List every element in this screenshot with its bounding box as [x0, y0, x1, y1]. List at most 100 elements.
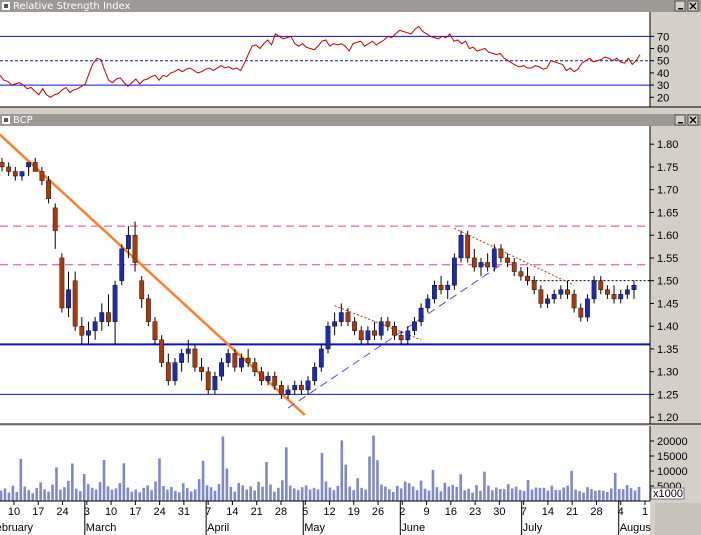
volume-bar [526, 480, 530, 501]
volume-bar [463, 490, 466, 501]
volume-bar [296, 490, 300, 501]
date-tick-label: 21 [566, 506, 578, 518]
volume-bar [368, 456, 371, 501]
candle-body [325, 325, 331, 350]
volume-bar [625, 485, 629, 501]
volume-bar [174, 490, 177, 501]
volume-bar [94, 489, 98, 501]
volume-bar [360, 487, 363, 501]
volume-bar [221, 436, 225, 501]
volume-bar [253, 490, 256, 501]
volume-bar [71, 463, 74, 501]
volume-bar [356, 478, 359, 501]
date-tick-label: 12 [323, 506, 335, 518]
candle-body [438, 285, 444, 290]
volume-bar [538, 487, 542, 501]
volume-bar [637, 486, 641, 501]
candle-body [624, 289, 630, 295]
candlestick [465, 230, 471, 263]
volume-bar [336, 486, 340, 501]
volume-bar [237, 483, 241, 501]
candlestick [59, 253, 65, 313]
candle-body [52, 207, 58, 231]
candle-body [125, 234, 131, 250]
volume-bar [554, 489, 558, 501]
volume-bar [502, 489, 506, 501]
volume-bar [7, 492, 11, 501]
candle-body [205, 371, 211, 391]
volume-bar [518, 489, 522, 501]
volume-bar [495, 487, 498, 501]
volume-bar [47, 491, 50, 501]
rsi-close-button[interactable] [687, 0, 699, 12]
price-tick-label: 1.65 [657, 207, 678, 219]
date-tick-label: 24 [56, 506, 68, 518]
volume-bar [181, 483, 185, 501]
volume-bar [411, 486, 415, 501]
candle-body [392, 325, 397, 336]
candle-body [604, 289, 610, 295]
volume-bar [407, 483, 411, 501]
candle-body [185, 348, 191, 354]
volume-bar [245, 489, 248, 501]
volume-bar [27, 490, 31, 501]
volume-bar [590, 489, 593, 501]
rsi-tick-label: 50 [657, 56, 669, 68]
volume-bar [154, 481, 157, 501]
candlestick [325, 321, 331, 354]
candle-body [165, 362, 171, 381]
candle-body [159, 339, 165, 363]
volume-bar [328, 487, 332, 501]
rsi-tick-label: 60 [657, 44, 669, 56]
volume-bar [118, 483, 122, 501]
candle-body [591, 280, 597, 300]
volume-bar [55, 467, 58, 501]
rsi-minimize-button[interactable] [674, 0, 686, 12]
volume-tick-label: 20000 [657, 436, 688, 448]
volume-bar [483, 471, 486, 501]
volume-bar [98, 482, 102, 501]
volume-bar [395, 485, 399, 501]
candle-body [405, 330, 411, 341]
volume-bar [566, 485, 569, 501]
price-minimize-button[interactable] [674, 114, 686, 126]
volume-bar [300, 487, 304, 501]
date-tick-label: 26 [372, 506, 384, 518]
volume-bar [114, 488, 118, 501]
candle-body [352, 321, 357, 331]
candle-body [219, 362, 224, 377]
candle-body [511, 262, 517, 272]
candle-body [119, 248, 125, 281]
volume-bar [110, 489, 114, 501]
scroll-corner [655, 503, 701, 535]
volume-bar [491, 490, 494, 501]
volume-bar [217, 483, 221, 501]
candle-body [26, 162, 32, 168]
date-tick-label: 24 [153, 506, 165, 518]
price-close-button[interactable] [687, 114, 699, 126]
volume-bar [471, 492, 474, 501]
volume-bar [443, 482, 447, 501]
volume-bar [372, 435, 375, 501]
candle-body [132, 234, 138, 263]
candle-body [618, 294, 624, 300]
candle-body [432, 285, 437, 300]
price-tick-label: 1.60 [657, 230, 678, 242]
price-tick-label: 1.45 [657, 298, 678, 310]
date-tick-label: 14 [542, 506, 554, 518]
volume-bar [431, 469, 435, 501]
rsi-tick-label: 20 [657, 92, 669, 104]
candle-body [212, 376, 218, 391]
candle-body [272, 376, 278, 386]
date-axis: 10 17 24 3 10 17 24 31 7 14 21 28 5 12 19 26 2 9 16 23 30 7 14… [0, 501, 654, 535]
volume-bar [467, 488, 470, 501]
candle-body [152, 321, 158, 341]
volume-bar [265, 462, 268, 501]
candlestick [159, 335, 165, 368]
volume-bar [558, 490, 562, 501]
candle-body [558, 289, 564, 295]
candle-body [445, 285, 451, 290]
date-tick-label: 21 [251, 506, 263, 518]
price-tick-label: 1.35 [657, 344, 678, 356]
candle-body [358, 330, 364, 341]
